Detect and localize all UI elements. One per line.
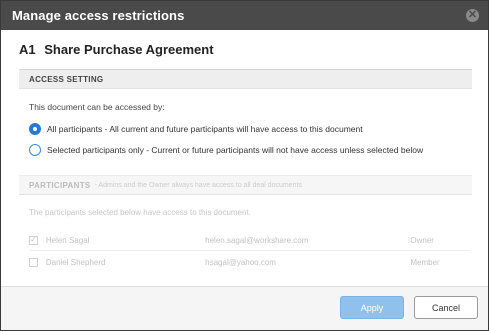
radio-button-unselected[interactable] bbox=[29, 144, 41, 156]
manage-access-dialog: Manage access restrictions ✕ A1 Share Pu… bbox=[0, 0, 489, 331]
radio-all-participants-label: All participants - All current and futur… bbox=[47, 124, 363, 134]
access-setting-header-label: ACCESS SETTING bbox=[29, 74, 104, 84]
access-setting-header: ACCESS SETTING bbox=[19, 69, 472, 89]
cancel-button[interactable]: Cancel bbox=[414, 296, 478, 319]
participant-checkbox[interactable]: ✓ bbox=[29, 235, 38, 245]
participant-row: ✓ Helen Sagal helen.sagal@workshare.com … bbox=[29, 231, 469, 249]
row-divider bbox=[29, 250, 469, 251]
document-title: A1 Share Purchase Agreement bbox=[19, 42, 214, 57]
radio-selected-participants[interactable]: Selected participants only - Current or … bbox=[29, 144, 423, 156]
radio-all-participants[interactable]: All participants - All current and futur… bbox=[29, 123, 363, 135]
participant-row: Daniel Shepherd hsagal@yahoo.com Member bbox=[29, 253, 469, 271]
participants-intro: The participants selected below have acc… bbox=[29, 208, 251, 217]
radio-selected-participants-label: Selected participants only - Current or … bbox=[47, 145, 424, 155]
participant-email: hsagal@yahoo.com bbox=[205, 257, 276, 267]
participant-email: helen.sagal@workshare.com bbox=[205, 235, 309, 245]
dialog-title: Manage access restrictions bbox=[12, 8, 185, 23]
document-number: A1 bbox=[19, 42, 36, 57]
participant-role: Member bbox=[410, 257, 440, 267]
participant-role: Owner bbox=[410, 235, 434, 245]
participant-name: Daniel Shepherd bbox=[45, 257, 106, 267]
participant-name: Helen Sagal bbox=[45, 235, 90, 245]
dialog-footer: Apply Cancel bbox=[1, 286, 488, 330]
access-intro: This document can be accessed by: bbox=[29, 102, 165, 112]
radio-button-selected[interactable] bbox=[29, 123, 41, 135]
participants-header-label: PARTICIPANTS bbox=[29, 180, 91, 190]
dialog-titlebar: Manage access restrictions ✕ bbox=[1, 1, 488, 30]
participants-header-note: - Admins and the Owner always have acces… bbox=[94, 181, 302, 189]
apply-button[interactable]: Apply bbox=[340, 296, 404, 319]
document-name: Share Purchase Agreement bbox=[44, 42, 214, 57]
close-icon[interactable]: ✕ bbox=[466, 9, 479, 22]
participants-header: PARTICIPANTS - Admins and the Owner alwa… bbox=[19, 175, 472, 195]
participant-checkbox[interactable] bbox=[29, 257, 38, 267]
